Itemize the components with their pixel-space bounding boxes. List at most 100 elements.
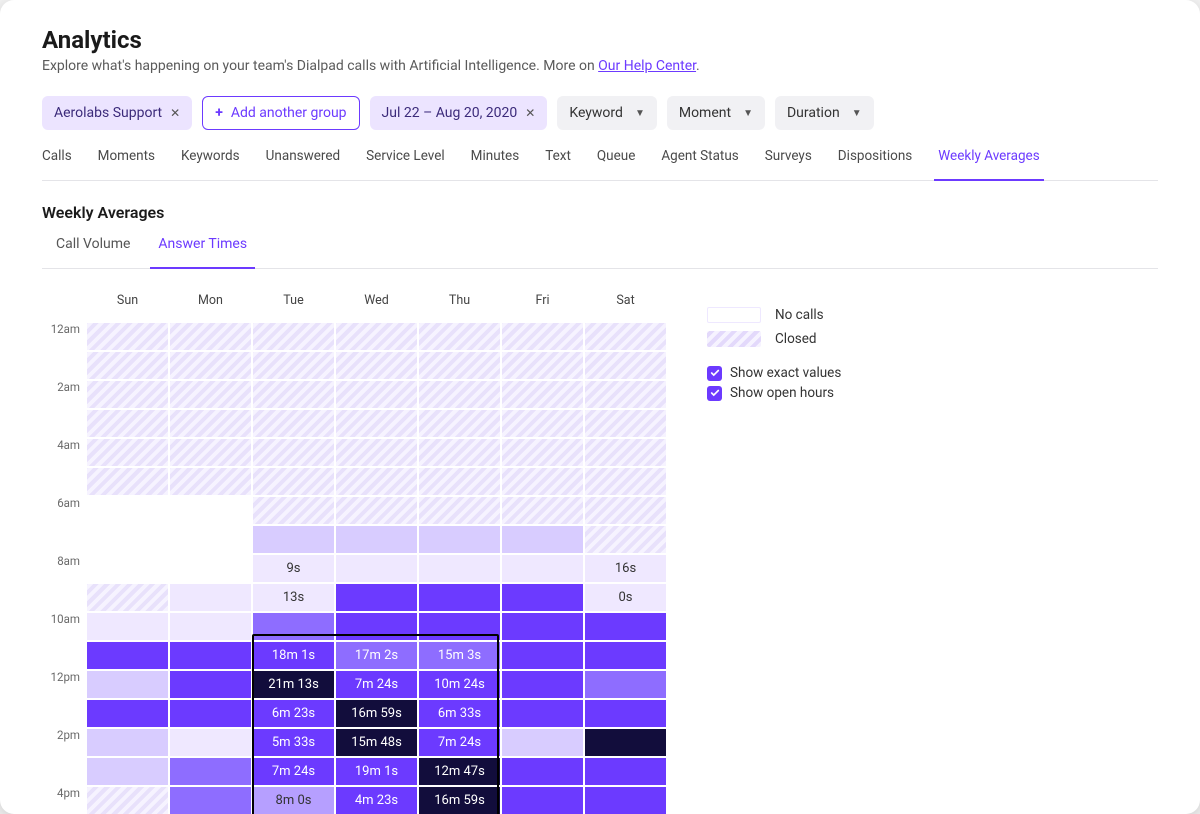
heatmap-cell[interactable] <box>419 352 500 379</box>
heatmap-cell[interactable] <box>502 526 583 553</box>
heatmap-cell[interactable] <box>336 468 417 495</box>
help-center-link[interactable]: Our Help Center <box>598 58 696 74</box>
heatmap-cell[interactable]: 9s <box>253 555 334 582</box>
heatmap-cell[interactable] <box>87 613 168 640</box>
keyword-filter[interactable]: Keyword ▼ <box>557 96 657 130</box>
heatmap-cell[interactable] <box>170 555 251 582</box>
heatmap-cell[interactable] <box>336 555 417 582</box>
heatmap-cell[interactable] <box>419 584 500 611</box>
heatmap-cell[interactable] <box>87 468 168 495</box>
heatmap-cell[interactable] <box>170 787 251 814</box>
tab-queue[interactable]: Queue <box>597 148 636 170</box>
heatmap-cell[interactable]: 4m 23s <box>336 787 417 814</box>
heatmap-cell[interactable]: 13s <box>253 584 334 611</box>
heatmap-cell[interactable] <box>419 526 500 553</box>
heatmap-cell[interactable] <box>502 758 583 785</box>
tab-calls[interactable]: Calls <box>42 148 72 170</box>
heatmap-cell[interactable]: 19m 1s <box>336 758 417 785</box>
heatmap-cell[interactable] <box>87 410 168 437</box>
heatmap-cell[interactable] <box>585 671 666 698</box>
heatmap-cell[interactable] <box>170 700 251 727</box>
heatmap-cell[interactable] <box>336 526 417 553</box>
heatmap-cell[interactable] <box>585 323 666 350</box>
heatmap-cell[interactable]: 12m 47s <box>419 758 500 785</box>
heatmap-cell[interactable] <box>585 468 666 495</box>
heatmap-cell[interactable]: 17m 2s <box>336 642 417 669</box>
subtab-call-volume[interactable]: Call Volume <box>56 236 130 258</box>
date-range-chip[interactable]: Jul 22 – Aug 20, 2020 ✕ <box>370 96 548 130</box>
heatmap-cell[interactable] <box>502 555 583 582</box>
heatmap-cell[interactable]: 16m 59s <box>336 700 417 727</box>
heatmap-cell[interactable] <box>502 584 583 611</box>
heatmap-cell[interactable] <box>585 729 666 756</box>
subtab-answer-times[interactable]: Answer Times <box>158 236 247 258</box>
tab-agent-status[interactable]: Agent Status <box>661 148 738 170</box>
heatmap-cell[interactable] <box>253 352 334 379</box>
heatmap-cell[interactable] <box>502 700 583 727</box>
heatmap-cell[interactable]: 7m 24s <box>419 729 500 756</box>
heatmap-cell[interactable] <box>585 352 666 379</box>
heatmap-cell[interactable]: 15m 48s <box>336 729 417 756</box>
heatmap-cell[interactable] <box>419 439 500 466</box>
tab-keywords[interactable]: Keywords <box>181 148 240 170</box>
heatmap-cell[interactable] <box>87 700 168 727</box>
heatmap-cell[interactable] <box>502 381 583 408</box>
heatmap-cell[interactable] <box>419 555 500 582</box>
tab-weekly-averages[interactable]: Weekly Averages <box>938 148 1039 170</box>
heatmap-cell[interactable] <box>419 323 500 350</box>
heatmap-cell[interactable] <box>336 497 417 524</box>
tab-dispositions[interactable]: Dispositions <box>838 148 912 170</box>
heatmap-cell[interactable] <box>336 410 417 437</box>
heatmap-cell[interactable]: 5m 33s <box>253 729 334 756</box>
heatmap-cell[interactable] <box>502 410 583 437</box>
heatmap-cell[interactable] <box>419 613 500 640</box>
heatmap-cell[interactable] <box>87 352 168 379</box>
tab-minutes[interactable]: Minutes <box>471 148 520 170</box>
heatmap-cell[interactable] <box>585 700 666 727</box>
heatmap-cell[interactable] <box>502 352 583 379</box>
heatmap-cell[interactable] <box>585 758 666 785</box>
heatmap-cell[interactable] <box>87 787 168 814</box>
heatmap-cell[interactable] <box>170 671 251 698</box>
tab-moments[interactable]: Moments <box>98 148 155 170</box>
heatmap-cell[interactable] <box>336 613 417 640</box>
heatmap-cell[interactable] <box>253 613 334 640</box>
heatmap-cell[interactable] <box>170 729 251 756</box>
heatmap-cell[interactable] <box>502 613 583 640</box>
tab-unanswered[interactable]: Unanswered <box>266 148 341 170</box>
group-chip[interactable]: Aerolabs Support ✕ <box>42 96 192 130</box>
heatmap-cell[interactable] <box>253 410 334 437</box>
heatmap-cell[interactable] <box>502 497 583 524</box>
heatmap-cell[interactable] <box>87 758 168 785</box>
heatmap-cell[interactable]: 16m 59s <box>419 787 500 814</box>
heatmap-cell[interactable] <box>502 323 583 350</box>
heatmap-cell[interactable] <box>87 323 168 350</box>
moment-filter[interactable]: Moment ▼ <box>667 96 765 130</box>
heatmap-cell[interactable] <box>170 439 251 466</box>
heatmap-cell[interactable] <box>253 526 334 553</box>
heatmap-cell[interactable] <box>336 584 417 611</box>
heatmap-cell[interactable] <box>585 642 666 669</box>
heatmap-cell[interactable]: 6m 23s <box>253 700 334 727</box>
tab-surveys[interactable]: Surveys <box>765 148 812 170</box>
heatmap-cell[interactable] <box>585 410 666 437</box>
heatmap-cell[interactable] <box>170 584 251 611</box>
close-icon[interactable]: ✕ <box>525 106 535 120</box>
heatmap-cell[interactable] <box>170 758 251 785</box>
heatmap-cell[interactable] <box>87 671 168 698</box>
heatmap-cell[interactable] <box>336 439 417 466</box>
heatmap-cell[interactable]: 0s <box>585 584 666 611</box>
heatmap-cell[interactable] <box>585 497 666 524</box>
heatmap-cell[interactable] <box>170 497 251 524</box>
heatmap-cell[interactable]: 18m 1s <box>253 642 334 669</box>
heatmap-cell[interactable] <box>170 323 251 350</box>
heatmap-cell[interactable] <box>87 729 168 756</box>
heatmap-cell[interactable] <box>419 468 500 495</box>
tab-service-level[interactable]: Service Level <box>366 148 445 170</box>
heatmap-cell[interactable] <box>170 468 251 495</box>
heatmap-cell[interactable] <box>336 352 417 379</box>
heatmap-cell[interactable] <box>585 787 666 814</box>
heatmap-cell[interactable] <box>502 439 583 466</box>
duration-filter[interactable]: Duration ▼ <box>775 96 874 130</box>
heatmap-cell[interactable]: 7m 24s <box>253 758 334 785</box>
